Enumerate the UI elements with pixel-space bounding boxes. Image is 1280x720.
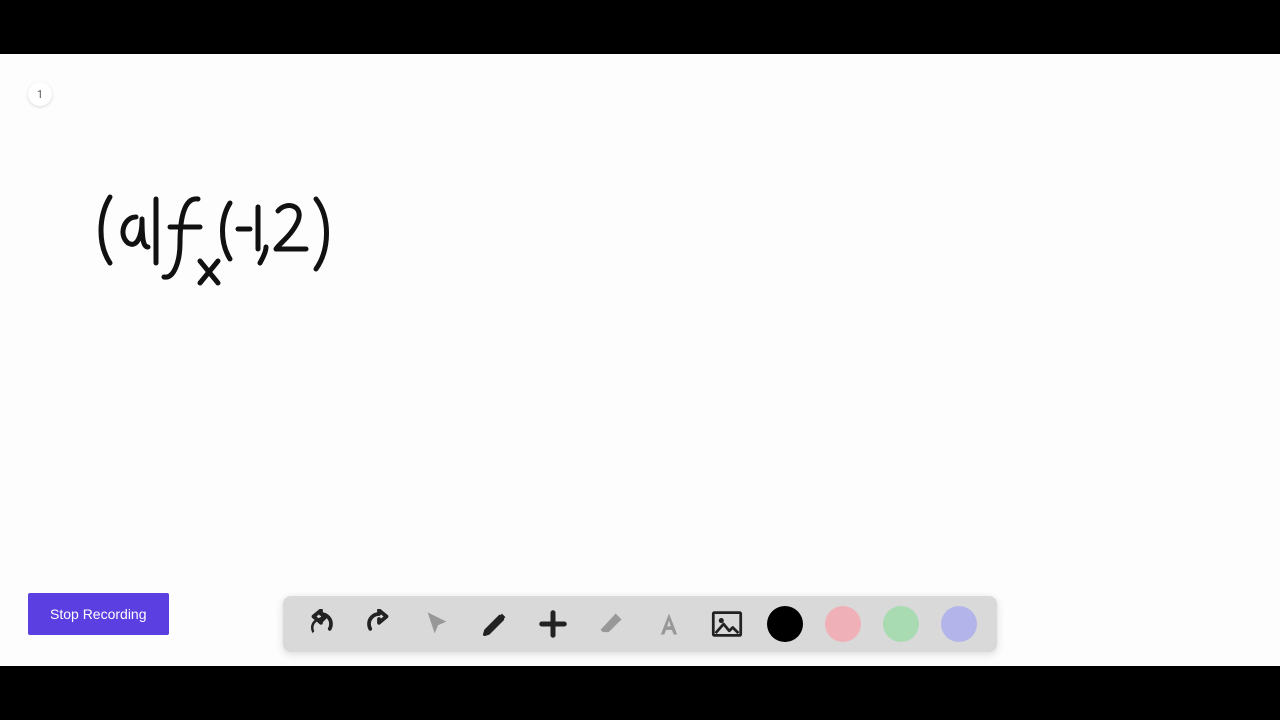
pencil-icon: [481, 610, 509, 638]
redo-icon: [364, 609, 394, 639]
color-black-button[interactable]: [767, 606, 803, 642]
color-pink-button[interactable]: [825, 606, 861, 642]
redo-button[interactable]: [361, 606, 397, 642]
undo-icon: [306, 609, 336, 639]
page-number-badge[interactable]: 1: [28, 82, 52, 106]
pencil-tool-button[interactable]: [477, 606, 513, 642]
letterbox-top: [0, 0, 1280, 54]
pointer-icon: [423, 610, 451, 638]
eraser-tool-button[interactable]: [593, 606, 629, 642]
page-number: 1: [37, 88, 43, 101]
text-icon: [655, 610, 683, 638]
color-purple-button[interactable]: [941, 606, 977, 642]
plus-icon: [538, 609, 568, 639]
letterbox-bottom: [0, 666, 1280, 720]
drawing-toolbar: [283, 596, 997, 652]
image-icon: [711, 610, 743, 638]
color-green-button[interactable]: [883, 606, 919, 642]
whiteboard-canvas[interactable]: 1 Stop: [0, 54, 1280, 666]
text-tool-button[interactable]: [651, 606, 687, 642]
add-tool-button[interactable]: [535, 606, 571, 642]
image-tool-button[interactable]: [709, 606, 745, 642]
eraser-icon: [597, 610, 625, 638]
stop-recording-button[interactable]: Stop Recording: [28, 593, 169, 635]
undo-button[interactable]: [303, 606, 339, 642]
handwritten-math: [92, 189, 342, 299]
pointer-tool-button[interactable]: [419, 606, 455, 642]
